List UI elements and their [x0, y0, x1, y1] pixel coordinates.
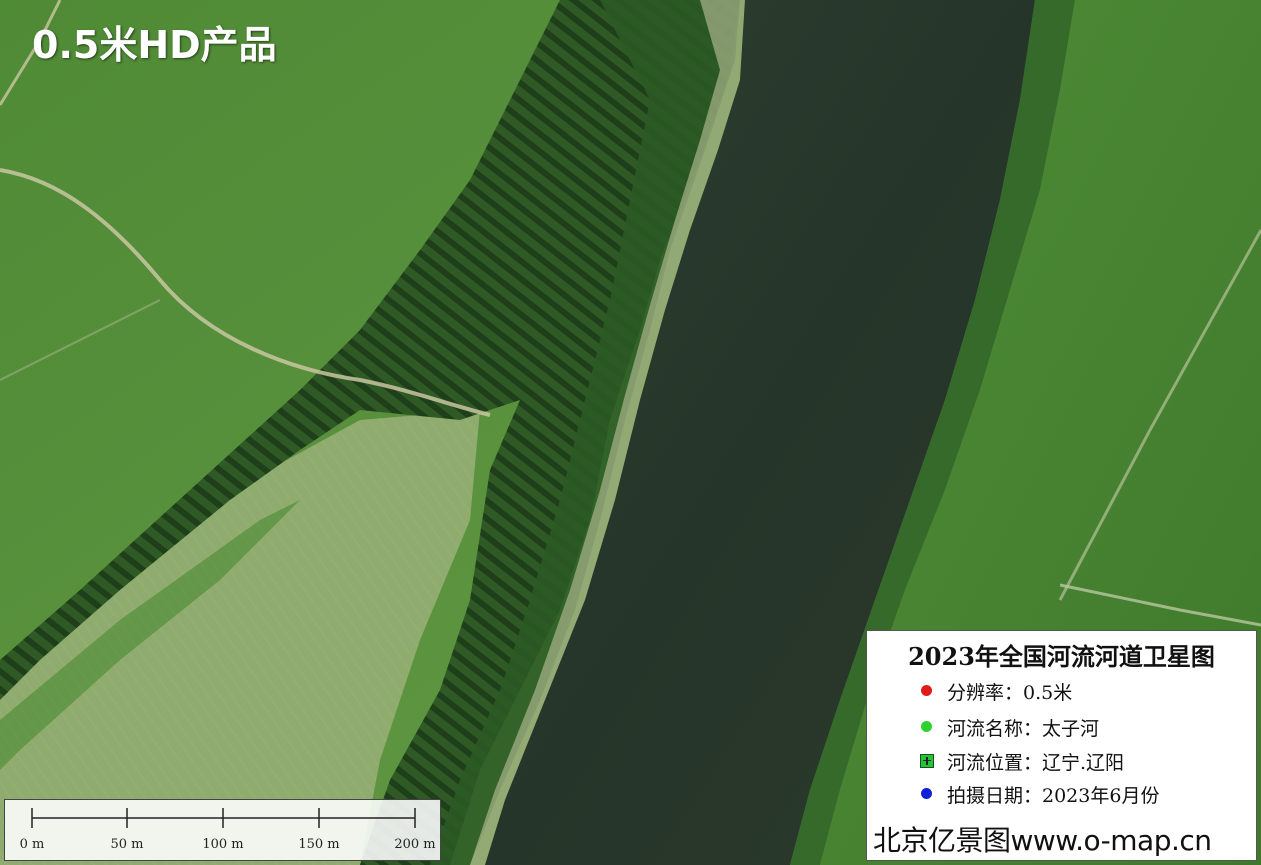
scale-label-100: 100 m [202, 837, 244, 852]
legend-item-river-name: 河流名称：太子河 [921, 714, 1100, 740]
flag-shape [920, 754, 934, 768]
legend-item-label: 河流名称：太子河 [947, 717, 1100, 740]
legend-item-label: 河流位置：辽宁.辽阳 [947, 751, 1125, 774]
scale-label-150: 150 m [298, 837, 340, 852]
legend-item-label: 分辨率：0.5米 [947, 681, 1073, 704]
legend-item-label: 拍摄日期：2023年6月份 [947, 784, 1160, 807]
scale-bar-graphic [31, 808, 416, 828]
scale-label-50: 50 m [110, 837, 144, 852]
map-legend: 2023年全国河流河道卫星图 分辨率：0.5米 河流名称：太子河 河流位置：辽宁… [866, 630, 1257, 861]
scale-bar: 0 m 50 m 100 m 150 m 200 m [4, 799, 441, 861]
green-dot-icon [919, 719, 935, 735]
legend-title: 2023年全国河流河道卫星图 [908, 642, 1215, 671]
product-label: 0.5米HD产品 [32, 23, 277, 67]
scale-label-200: 200 m [394, 837, 436, 852]
green-flag-icon [919, 753, 935, 769]
legend-item-date: 拍摄日期：2023年6月份 [921, 781, 1160, 807]
legend-item-location: 河流位置：辽宁.辽阳 [920, 748, 1125, 774]
legend-dot [921, 721, 932, 732]
scale-label-0: 0 m [19, 837, 45, 852]
legend-dot [921, 685, 932, 696]
red-dot-icon [919, 683, 935, 699]
legend-dot [921, 788, 932, 799]
blue-dot-icon [919, 786, 935, 802]
legend-footer-credit: 北京亿景图www.o-map.cn [873, 824, 1212, 857]
legend-item-resolution: 分辨率：0.5米 [921, 678, 1073, 704]
